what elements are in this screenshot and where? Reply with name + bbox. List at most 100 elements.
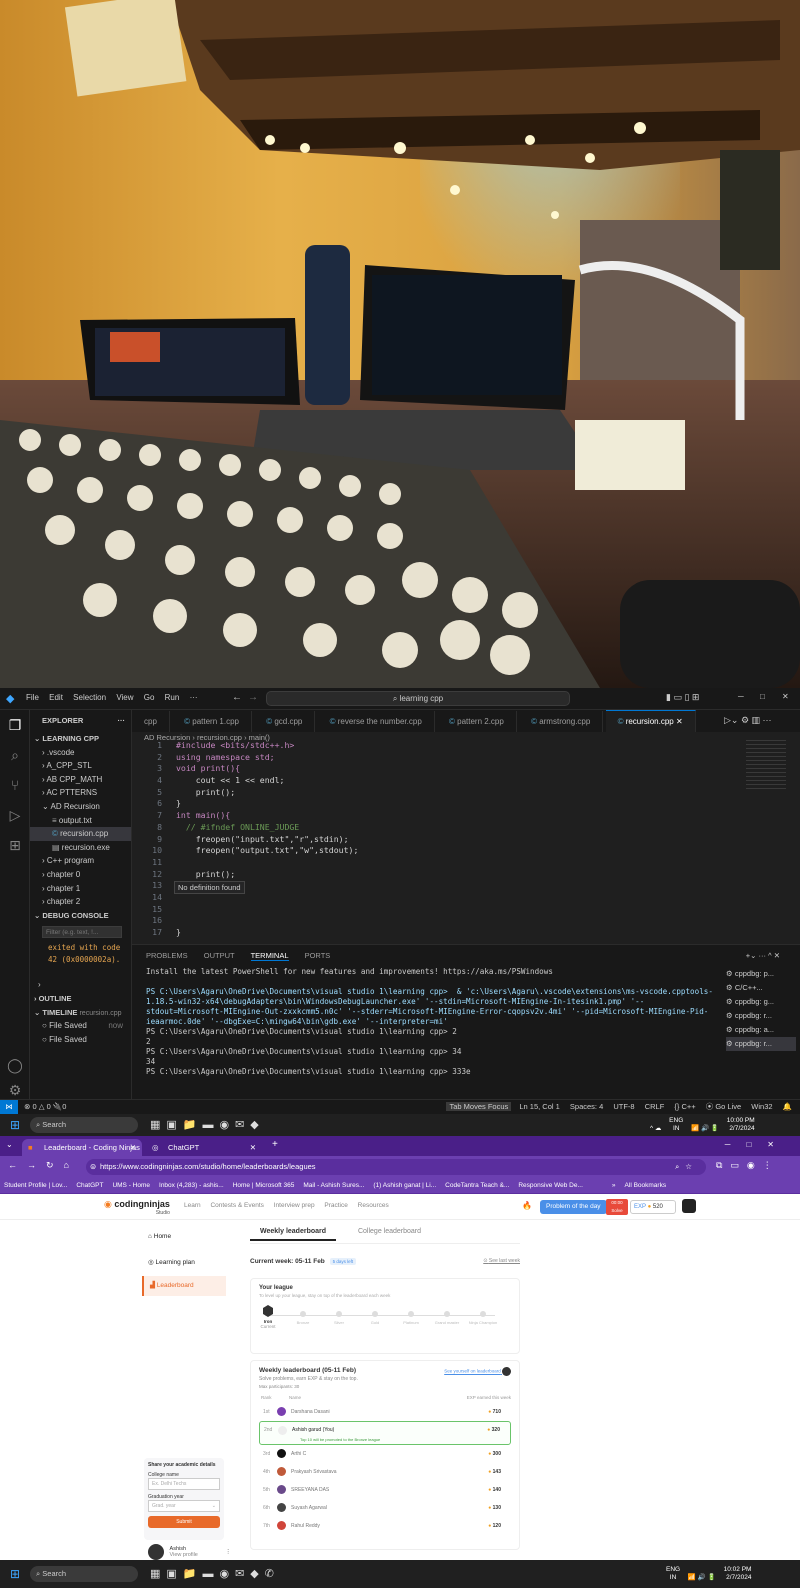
sidenav-learning-plan[interactable]: ◎ Learning plan [142, 1250, 226, 1276]
minimap[interactable] [746, 740, 786, 790]
table-row[interactable]: 6th Suyash Agarwal ● 130 [259, 1499, 511, 1517]
tree-item[interactable]: › A_CPP_STL [30, 759, 131, 773]
menu-more[interactable]: ··· [190, 693, 198, 702]
language-mode[interactable]: {} C++ [674, 1102, 695, 1111]
bookmark-item[interactable]: Inbox (4,283) - ashis... [159, 1182, 224, 1189]
tree-item[interactable]: › AB CPP_MATH [30, 773, 131, 787]
run-debug-button[interactable]: ▷⌄ ⚙ ▥ ··· [724, 715, 772, 726]
nav-learn[interactable]: Learn [184, 1202, 201, 1209]
taskbar-apps[interactable]: ▦▣📁▬◉✉◆✆ [150, 1567, 280, 1580]
bookmark-item[interactable]: Responsive Web De... [518, 1182, 583, 1189]
tree-item[interactable]: › chapter 1 [30, 882, 131, 896]
extensions-profile-icons[interactable]: ⧉▭◉⋮ [716, 1160, 780, 1171]
menu-file[interactable]: File [26, 693, 39, 702]
taskbar-search[interactable]: ⌕ Search [30, 1566, 138, 1582]
tree-file[interactable]: ≡ output.txt [30, 814, 131, 828]
menu-go[interactable]: Go [144, 693, 155, 702]
explorer-more-icon[interactable]: ··· [118, 710, 126, 732]
table-row[interactable]: 5th SREEYANA DAS ● 140 [259, 1481, 511, 1499]
table-row[interactable]: 1st Darshana Dasani ● 710 [259, 1403, 511, 1421]
timeline-header[interactable]: ⌄ TIMELINE recursion.cpp [30, 1006, 131, 1020]
terminal-instance[interactable]: ⚙ C/C++... [726, 981, 796, 995]
close-tab-icon[interactable]: ✕ [130, 1139, 136, 1156]
profile-card[interactable]: Ashish View profile ⋮ [148, 1544, 231, 1560]
terminal-output[interactable]: Install the latest PowerShell for new fe… [132, 967, 714, 1077]
sidenav-leaderboard[interactable]: ▟ Leaderboard [142, 1276, 226, 1296]
encoding[interactable]: UTF-8 [613, 1102, 634, 1111]
taskbar-search[interactable]: ⌕ Search [30, 1117, 138, 1133]
go-live[interactable]: ⦿ Go Live [706, 1102, 741, 1111]
collapse-chevron-icon[interactable]: › [30, 978, 131, 992]
tree-file-active[interactable]: © recursion.cpp [30, 827, 131, 841]
back-arrow-icon[interactable]: ← [232, 692, 242, 703]
college-input[interactable]: Ex. Delhi Techs [148, 1478, 220, 1490]
user-avatar[interactable] [682, 1199, 696, 1213]
tab-terminal[interactable]: TERMINAL [250, 951, 289, 961]
tree-item[interactable]: › chapter 0 [30, 868, 131, 882]
table-row[interactable]: 7th Rahul Reddy ● 120 [259, 1517, 511, 1535]
see-yourself-link[interactable]: See yourself on leaderboard [444, 1367, 511, 1376]
tray-icons[interactable]: ^ ☁ [650, 1125, 661, 1132]
tree-item[interactable]: › AC PTTERNS [30, 786, 131, 800]
tree-item[interactable]: › .vscode [30, 746, 131, 760]
window-controls[interactable]: ─□✕ [725, 1140, 790, 1149]
tab-gcd[interactable]: © gcd.cpp [254, 711, 316, 732]
bookmarks-overflow[interactable]: » [612, 1182, 616, 1189]
problems-status[interactable]: ⊗ 0 △ 0 🔌0 [24, 1102, 66, 1111]
wifi-sound-battery-icon[interactable]: 📶 🔊 🔋 [688, 1574, 716, 1581]
outline-header[interactable]: › OUTLINE [30, 992, 131, 1006]
tab-reverse-number[interactable]: © reverse the number.cpp [318, 711, 435, 732]
tab-search-icon[interactable]: ⌄ [6, 1140, 13, 1149]
cursor-position[interactable]: Ln 15, Col 1 [519, 1102, 559, 1111]
tree-item[interactable]: › C++ program [30, 854, 131, 868]
tab-output[interactable]: OUTPUT [204, 951, 235, 960]
site-logo[interactable]: ◉ codingninjas Studio [104, 1199, 170, 1216]
close-tab-icon[interactable]: ✕ [250, 1139, 256, 1156]
exp-badge[interactable]: EXP ● 520 [630, 1200, 676, 1214]
grad-year-select[interactable]: Grad. year ⌄ [148, 1500, 220, 1512]
run-debug-icon[interactable]: ▷ [0, 800, 30, 830]
taskbar-apps[interactable]: ▦▣📁▬◉✉◆ [150, 1118, 265, 1131]
table-row[interactable]: 4th Prakyash Srivastava ● 143 [259, 1463, 511, 1481]
submit-button[interactable]: Submit [148, 1516, 220, 1528]
bookmark-item[interactable]: (1) Ashish ganat | Li... [373, 1182, 436, 1189]
terminal-instance[interactable]: ⚙ cppdbg: r... [726, 1037, 796, 1051]
bookmark-item[interactable]: UMS - Home [112, 1182, 150, 1189]
close-icon[interactable]: ✕ [782, 692, 789, 701]
explorer-icon[interactable]: ❐ [0, 710, 30, 740]
language-indicator[interactable]: ENG IN [669, 1117, 683, 1133]
start-icon[interactable]: ⊞ [10, 1567, 20, 1581]
menu-edit[interactable]: Edit [49, 693, 63, 702]
zoom-star-icons[interactable]: ⌕☆ [675, 1159, 698, 1175]
clock[interactable]: 10:02 PM 2/7/2024 [724, 1566, 752, 1582]
see-last-week-link[interactable]: ⊙ See last week [483, 1258, 520, 1264]
site-info-icon[interactable]: ⊜ [90, 1159, 96, 1175]
start-icon[interactable]: ⊞ [10, 1118, 20, 1132]
address-bar[interactable]: ⊜ https://www.codingninjas.com/studio/hom… [86, 1159, 706, 1175]
tab-focus-status[interactable]: Tab Moves Focus [446, 1102, 512, 1111]
platform[interactable]: Win32 [751, 1102, 772, 1111]
tab-pattern-1[interactable]: © pattern 1.cpp [172, 711, 252, 732]
wifi-sound-battery-icon[interactable]: 📶 🔊 🔋 [691, 1125, 719, 1132]
tree-item[interactable]: › chapter 2 [30, 895, 131, 909]
maximize-icon[interactable]: □ [760, 692, 765, 701]
new-tab-button[interactable]: + [272, 1139, 278, 1150]
debug-filter-input[interactable]: Filter (e.g. text, !... [42, 926, 122, 939]
table-row[interactable]: 3rd Arthi C ● 300 [259, 1445, 511, 1463]
menu-view[interactable]: View [116, 693, 133, 702]
terminal-instance[interactable]: ⚙ cppdbg: r... [726, 1009, 796, 1023]
source-control-icon[interactable]: ⑂ [0, 770, 30, 800]
bookmark-item[interactable]: CodeTantra Teach &... [445, 1182, 509, 1189]
profile-link[interactable]: View profile [170, 1552, 198, 1558]
tab-problems[interactable]: PROBLEMS [146, 951, 188, 960]
menu-selection[interactable]: Selection [73, 693, 106, 702]
nav-practice[interactable]: Practice [324, 1202, 347, 1209]
tab-armstrong[interactable]: © armstrong.cpp [519, 711, 604, 732]
all-bookmarks[interactable]: All Bookmarks [625, 1182, 667, 1189]
tab-pattern-2[interactable]: © pattern 2.cpp [437, 711, 517, 732]
timeline-entry[interactable]: ○ File Saved now [30, 1019, 131, 1033]
nav-resources[interactable]: Resources [358, 1202, 389, 1209]
timeline-entry[interactable]: ○ File Saved [30, 1033, 131, 1047]
nav-buttons[interactable]: ←→↻⌂ [8, 1160, 79, 1171]
bookmark-item[interactable]: Student Profile | Lov... [4, 1182, 67, 1189]
